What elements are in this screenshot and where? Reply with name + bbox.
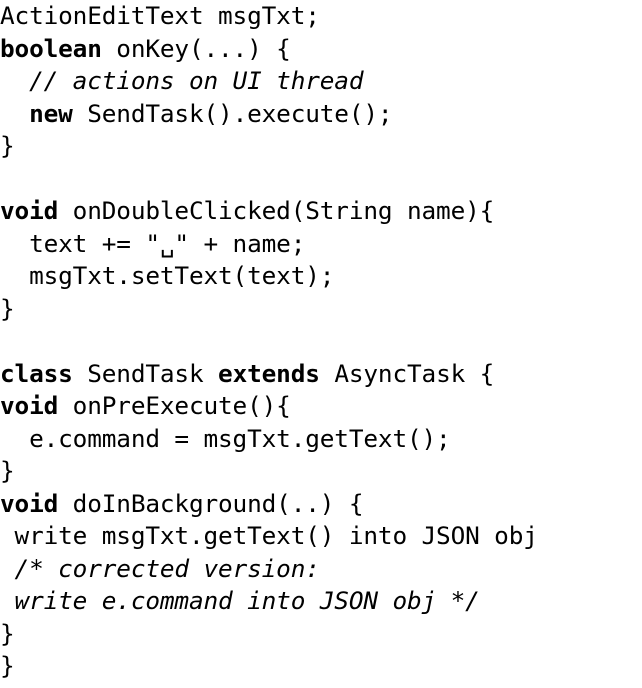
code-line: write msgTxt.getText() into JSON obj [0, 520, 642, 553]
code-line: write e.command into JSON obj */ [0, 585, 642, 618]
code-token-plain: text += "␣" + name; [29, 228, 306, 258]
code-token-plain: e.command = msgTxt.getText(); [29, 423, 451, 453]
code-line: void doInBackground(..) { [0, 488, 642, 521]
code-token-keyword: new [29, 98, 73, 128]
code-token-plain: } [0, 293, 15, 323]
code-line: ActionEditText msgTxt; [0, 0, 642, 33]
code-line: /* corrected version: [0, 553, 642, 586]
code-token-plain: doInBackground(..) { [58, 488, 364, 518]
code-token-plain: SendTask().execute(); [72, 98, 393, 128]
code-token-comment: /* corrected version: [14, 553, 320, 583]
code-line: } [0, 293, 642, 326]
code-line: new SendTask().execute(); [0, 98, 642, 131]
code-token-keyword: void [0, 488, 59, 518]
code-line: e.command = msgTxt.getText(); [0, 423, 642, 456]
code-token-plain: ActionEditText msgTxt; [0, 1, 320, 30]
code-line: boolean onKey(...) { [0, 33, 642, 66]
code-line: msgTxt.setText(text); [0, 260, 642, 293]
code-token-plain: write msgTxt.getText() into JSON obj [14, 521, 538, 550]
code-line: class SendTask extends AsyncTask { [0, 358, 642, 391]
code-token-plain: onDoubleClicked(String name){ [58, 196, 495, 225]
code-token-plain: msgTxt.setText(text); [29, 261, 335, 290]
code-token-plain: } [0, 651, 15, 680]
code-token-keyword: boolean [0, 33, 102, 63]
code-token-keyword: void [0, 196, 59, 225]
code-line: } [0, 618, 642, 651]
code-token-keyword: class [0, 358, 73, 388]
code-line: // actions on UI thread [0, 65, 642, 98]
code-line: } [0, 455, 642, 488]
code-token-plain: } [0, 618, 15, 648]
code-token-plain: onPreExecute(){ [58, 391, 291, 420]
code-token-keyword: extends [218, 358, 320, 388]
code-line: void onDoubleClicked(String name){ [0, 195, 642, 228]
code-listing: ActionEditText msgTxt; boolean onKey(...)… [0, 0, 642, 688]
code-line: text += "␣" + name; [0, 228, 642, 261]
code-token-plain: } [0, 131, 15, 160]
code-token-comment: write e.command into JSON obj */ [14, 586, 480, 615]
code-line: } [0, 650, 642, 683]
code-token-keyword: void [0, 391, 59, 420]
code-token-plain: } [0, 456, 15, 485]
code-token-comment: // actions on UI thread [29, 66, 364, 95]
code-line: void onPreExecute(){ [0, 390, 642, 423]
code-token-plain: SendTask [72, 358, 219, 388]
code-token-plain: AsyncTask { [319, 358, 495, 388]
code-token-plain: onKey(...) { [101, 33, 291, 63]
code-line: } [0, 130, 642, 163]
